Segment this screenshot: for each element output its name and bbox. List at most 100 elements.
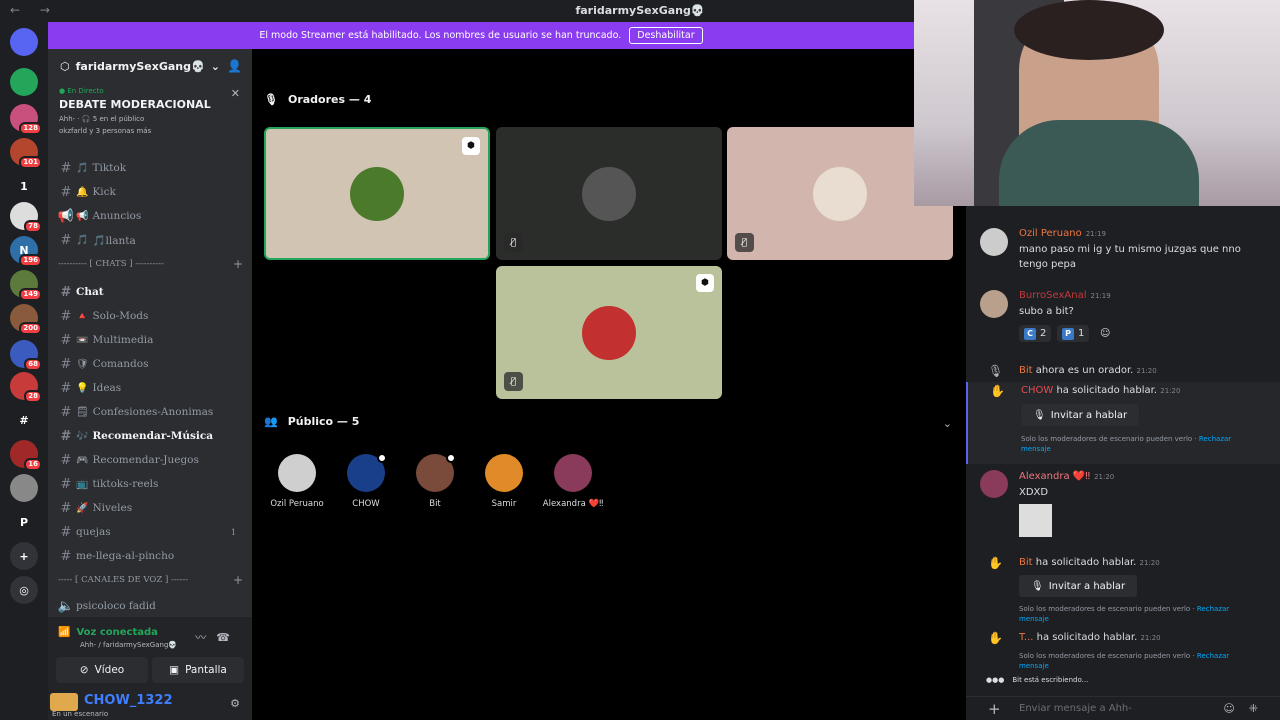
voice-channel[interactable]: 🔈 psicoloco fadid — [56, 595, 246, 617]
server-icon[interactable]: # — [10, 406, 38, 434]
channel-item[interactable]: # 🔺 Solo-Mods — [56, 305, 246, 327]
screen-share-button[interactable]: ▣ Pantalla — [152, 657, 244, 683]
live-stage-card[interactable]: ● En Directo DEBATE MODERACIONAL Ahh- · … — [48, 83, 252, 157]
channel-item[interactable]: # 🎵 Tiktok — [56, 157, 246, 179]
server-icon[interactable]: P — [10, 508, 38, 536]
audience-member[interactable]: Samir — [469, 454, 539, 509]
avatar — [582, 166, 636, 221]
reaction-c[interactable]: C2 — [1019, 325, 1052, 342]
channel-item[interactable]: # quejas 1 — [56, 521, 246, 543]
category-chats[interactable]: ---------- [ CHATS ] ---------- + — [58, 257, 243, 271]
audience-member[interactable]: CHOW — [331, 453, 401, 509]
streamer-mode-banner: El modo Streamer está habilitado. Los no… — [48, 22, 914, 49]
audience-member[interactable]: Bit — [400, 453, 470, 509]
add-member-icon[interactable]: 👤 — [227, 59, 242, 73]
channel-item[interactable]: # 🚀 Niveles — [56, 497, 246, 519]
close-icon[interactable]: ✕ — [231, 87, 240, 100]
soundboard-icon[interactable]: 〰 — [195, 631, 216, 644]
channel-name: Anuncios — [92, 210, 142, 222]
server-label: + — [19, 549, 29, 563]
user-status: En un escenario — [52, 710, 109, 718]
channel-item[interactable]: # 📼 Multimedia — [56, 329, 246, 351]
channel-item[interactable]: # 🎮 Recomendar-Juegos — [56, 449, 246, 471]
mod-only-note: Solo los moderadores de escenario pueden… — [1019, 605, 1197, 613]
channel-item[interactable]: # 🛡 Comandos — [56, 353, 246, 375]
message-author[interactable]: Alexandra ❤️‼ — [1019, 471, 1090, 482]
channel-item[interactable]: # Chat — [56, 281, 246, 303]
audience-member[interactable]: Alexandra ❤️‼ — [538, 454, 608, 509]
disconnect-icon[interactable]: ☎ — [216, 631, 240, 644]
hash-icon: # — [60, 476, 72, 492]
chevron-down-icon[interactable]: ⌄ — [943, 417, 952, 430]
typing-dots-icon: ●●● — [986, 676, 1005, 684]
speaker-tile[interactable]: ⬢ — [264, 127, 490, 260]
channel-name: quejas — [76, 526, 111, 538]
microphone-icon: 🎙 — [264, 93, 278, 106]
add-channel-icon[interactable]: + — [233, 257, 243, 271]
invite-to-speak-button[interactable]: 🎙 Invitar a hablar — [1019, 575, 1138, 597]
message-author[interactable]: Ozil Peruano — [1019, 228, 1082, 239]
category-voice[interactable]: ----- [ CANALES DE VOZ ] ------ + — [58, 573, 243, 587]
avatar — [278, 454, 316, 492]
server-icon[interactable]: 28 — [10, 372, 42, 403]
channel-item[interactable]: # 🎵 🎵llanta — [56, 229, 246, 251]
server-icon[interactable] — [10, 474, 38, 502]
channel-item[interactable]: # 🔔 Kick — [56, 181, 246, 203]
message-author[interactable]: BurroSexAnal — [1019, 290, 1086, 301]
mention-badge: 149 — [19, 288, 42, 301]
video-button[interactable]: ⊘ Vídeo — [56, 657, 148, 683]
meme-image[interactable] — [1019, 504, 1052, 537]
voice-location: Ahh- / faridarmySexGang💀 — [80, 641, 178, 649]
server-icon[interactable]: N 196 — [10, 236, 42, 267]
server-icon[interactable]: 149 — [10, 270, 42, 301]
user-panel[interactable]: CHOW_1322 En un escenario ⚙ — [48, 691, 252, 720]
server-icon[interactable]: 1 — [10, 172, 38, 200]
server-icon[interactable]: + — [10, 542, 38, 570]
channel-item[interactable]: # 🗒 Confesiones-Anonimas — [56, 401, 246, 423]
server-icon[interactable]: 200 — [10, 304, 42, 335]
hash-icon: # — [60, 184, 72, 200]
hash-icon: # — [60, 548, 72, 564]
channel-name: Comandos — [92, 358, 149, 370]
voice-status[interactable]: Voz conectada — [76, 627, 157, 638]
channel-item[interactable]: 📢 📢 Anuncios — [56, 205, 246, 227]
hash-icon: # — [60, 356, 72, 372]
server-icon[interactable] — [10, 28, 38, 56]
disable-streamer-button[interactable]: Deshabilitar — [629, 27, 703, 44]
speaker-tile[interactable]: 🎙̸ — [496, 127, 722, 260]
audience-member[interactable]: Ozil Peruano — [262, 454, 332, 509]
add-channel-icon[interactable]: + — [233, 573, 243, 587]
server-icon[interactable]: 128 — [10, 104, 42, 135]
emoji-icon[interactable]: ☺ — [1223, 702, 1248, 715]
streamer-shirt — [999, 120, 1199, 206]
message-composer[interactable]: + Enviar mensaje a Ahh- ☺⁜ — [966, 696, 1280, 720]
speaker-tile[interactable]: ⬢ 🎙̸ — [496, 266, 722, 399]
reaction-p[interactable]: P1 — [1057, 325, 1090, 342]
guild-header[interactable]: ⬡ faridarmySexGang💀 ⌄ 👤 — [48, 49, 252, 83]
avatar — [980, 290, 1008, 318]
invite-to-speak-button[interactable]: 🎙 Invitar a hablar — [1021, 404, 1140, 426]
server-label: # — [19, 413, 29, 427]
server-icon[interactable]: 68 — [10, 340, 42, 371]
add-attachment-icon[interactable]: + — [988, 700, 1001, 718]
add-reaction-icon[interactable]: ☺ — [1095, 325, 1115, 342]
channel-sidebar: ⬡ faridarmySexGang💀 ⌄ 👤 ● En Directo DEB… — [48, 49, 252, 720]
channel-emoji: 💡 — [76, 382, 89, 394]
server-icon[interactable]: 101 — [10, 138, 42, 169]
server-icon[interactable] — [10, 68, 38, 96]
channel-item[interactable]: # 💡 Ideas — [56, 377, 246, 399]
server-icon[interactable]: ◎ — [10, 576, 38, 604]
apps-icon[interactable]: ⁜ — [1249, 702, 1272, 715]
channel-item[interactable]: # 🎶 Recomendar-Música — [56, 425, 246, 447]
mention-badge: 101 — [19, 156, 42, 169]
moderator-icon: ⬢ — [696, 274, 714, 292]
channel-emoji: 📼 — [76, 334, 89, 346]
composer-placeholder[interactable]: Enviar mensaje a Ahh- — [1019, 703, 1132, 714]
settings-gear-icon[interactable]: ⚙ — [230, 697, 240, 710]
channel-item[interactable]: # me-llega-al-pincho — [56, 545, 246, 567]
server-icon[interactable]: 16 — [10, 440, 42, 471]
channel-name: Tiktok — [92, 162, 127, 174]
channel-emoji: 🔔 — [76, 186, 89, 198]
channel-item[interactable]: # 📺 tiktoks-reels — [56, 473, 246, 495]
server-icon[interactable]: 78 — [10, 202, 42, 233]
